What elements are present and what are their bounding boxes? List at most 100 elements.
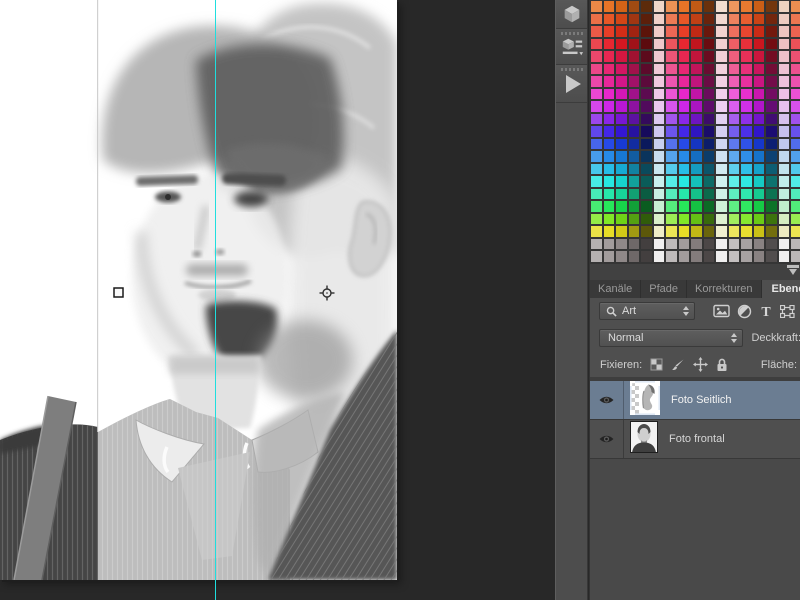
swatch[interactable] bbox=[727, 112, 740, 125]
swatch[interactable] bbox=[640, 212, 653, 225]
swatch[interactable] bbox=[627, 37, 640, 50]
swatch[interactable] bbox=[790, 12, 800, 25]
swatch[interactable] bbox=[702, 37, 715, 50]
adjustment-layers-filter-icon[interactable] bbox=[737, 304, 752, 319]
swatch[interactable] bbox=[777, 212, 790, 225]
swatch[interactable] bbox=[727, 25, 740, 38]
swatch[interactable] bbox=[690, 200, 703, 213]
swatch[interactable] bbox=[627, 75, 640, 88]
swatch[interactable] bbox=[790, 37, 800, 50]
swatch[interactable] bbox=[640, 50, 653, 63]
guide-line[interactable] bbox=[215, 0, 216, 600]
swatch[interactable] bbox=[715, 200, 728, 213]
swatch[interactable] bbox=[640, 25, 653, 38]
swatch[interactable] bbox=[677, 62, 690, 75]
swatch[interactable] bbox=[752, 200, 765, 213]
swatch[interactable] bbox=[740, 62, 753, 75]
swatch[interactable] bbox=[765, 237, 778, 250]
swatch[interactable] bbox=[615, 100, 628, 113]
swatch[interactable] bbox=[765, 137, 778, 150]
swatch[interactable] bbox=[715, 250, 728, 263]
swatch[interactable] bbox=[727, 100, 740, 113]
swatch[interactable] bbox=[627, 150, 640, 163]
swatch[interactable] bbox=[727, 75, 740, 88]
swatch[interactable] bbox=[690, 100, 703, 113]
swatch[interactable] bbox=[777, 100, 790, 113]
swatch[interactable] bbox=[590, 187, 603, 200]
swatch[interactable] bbox=[615, 112, 628, 125]
swatch[interactable] bbox=[590, 250, 603, 263]
swatch[interactable] bbox=[740, 212, 753, 225]
swatch[interactable] bbox=[715, 75, 728, 88]
swatch[interactable] bbox=[690, 112, 703, 125]
swatch[interactable] bbox=[790, 225, 800, 238]
swatch[interactable] bbox=[777, 250, 790, 263]
swatch[interactable] bbox=[640, 75, 653, 88]
swatch[interactable] bbox=[602, 37, 615, 50]
swatch[interactable] bbox=[702, 237, 715, 250]
swatch[interactable] bbox=[602, 137, 615, 150]
swatch[interactable] bbox=[590, 200, 603, 213]
swatch[interactable] bbox=[627, 100, 640, 113]
swatch[interactable] bbox=[615, 212, 628, 225]
swatch[interactable] bbox=[740, 50, 753, 63]
swatch[interactable] bbox=[752, 250, 765, 263]
swatch[interactable] bbox=[715, 162, 728, 175]
swatch[interactable] bbox=[740, 250, 753, 263]
swatch[interactable] bbox=[790, 125, 800, 138]
swatch[interactable] bbox=[702, 112, 715, 125]
swatch[interactable] bbox=[602, 0, 615, 13]
swatch[interactable] bbox=[715, 225, 728, 238]
swatch[interactable] bbox=[740, 162, 753, 175]
swatch[interactable] bbox=[702, 12, 715, 25]
swatch[interactable] bbox=[627, 162, 640, 175]
swatch[interactable] bbox=[702, 187, 715, 200]
swatch[interactable] bbox=[727, 12, 740, 25]
swatch[interactable] bbox=[752, 187, 765, 200]
lock-position-icon[interactable] bbox=[693, 357, 709, 372]
swatch[interactable] bbox=[790, 50, 800, 63]
swatch[interactable] bbox=[690, 125, 703, 138]
swatch[interactable] bbox=[677, 187, 690, 200]
swatch[interactable] bbox=[715, 125, 728, 138]
swatch[interactable] bbox=[752, 75, 765, 88]
swatch[interactable] bbox=[590, 125, 603, 138]
swatch[interactable] bbox=[727, 225, 740, 238]
swatch[interactable] bbox=[627, 200, 640, 213]
swatch[interactable] bbox=[790, 200, 800, 213]
document-canvas[interactable] bbox=[0, 0, 397, 580]
swatch[interactable] bbox=[702, 212, 715, 225]
layer-thumbnail[interactable] bbox=[630, 380, 660, 420]
swatch[interactable] bbox=[715, 87, 728, 100]
swatch[interactable] bbox=[777, 37, 790, 50]
swatch[interactable] bbox=[652, 200, 665, 213]
swatch[interactable] bbox=[727, 212, 740, 225]
swatch[interactable] bbox=[665, 12, 678, 25]
swatch[interactable] bbox=[765, 250, 778, 263]
swatch[interactable] bbox=[765, 25, 778, 38]
swatch[interactable] bbox=[652, 187, 665, 200]
swatch[interactable] bbox=[715, 100, 728, 113]
swatch[interactable] bbox=[640, 137, 653, 150]
swatch[interactable] bbox=[777, 125, 790, 138]
swatch[interactable] bbox=[702, 50, 715, 63]
swatch[interactable] bbox=[665, 150, 678, 163]
swatch[interactable] bbox=[752, 0, 765, 13]
swatch[interactable] bbox=[590, 75, 603, 88]
swatch[interactable] bbox=[590, 237, 603, 250]
swatch[interactable] bbox=[715, 0, 728, 13]
swatch[interactable] bbox=[727, 250, 740, 263]
swatch[interactable] bbox=[790, 87, 800, 100]
swatch[interactable] bbox=[640, 125, 653, 138]
swatch[interactable] bbox=[690, 137, 703, 150]
swatch[interactable] bbox=[752, 237, 765, 250]
swatch[interactable] bbox=[627, 62, 640, 75]
swatch[interactable] bbox=[665, 187, 678, 200]
swatch[interactable] bbox=[740, 37, 753, 50]
swatch[interactable] bbox=[777, 237, 790, 250]
blend-mode-dropdown[interactable]: Normal bbox=[599, 329, 744, 347]
swatch[interactable] bbox=[740, 237, 753, 250]
tab-korrekturen[interactable]: Korrekturen bbox=[687, 280, 762, 298]
swatch[interactable] bbox=[740, 187, 753, 200]
swatch[interactable] bbox=[677, 75, 690, 88]
